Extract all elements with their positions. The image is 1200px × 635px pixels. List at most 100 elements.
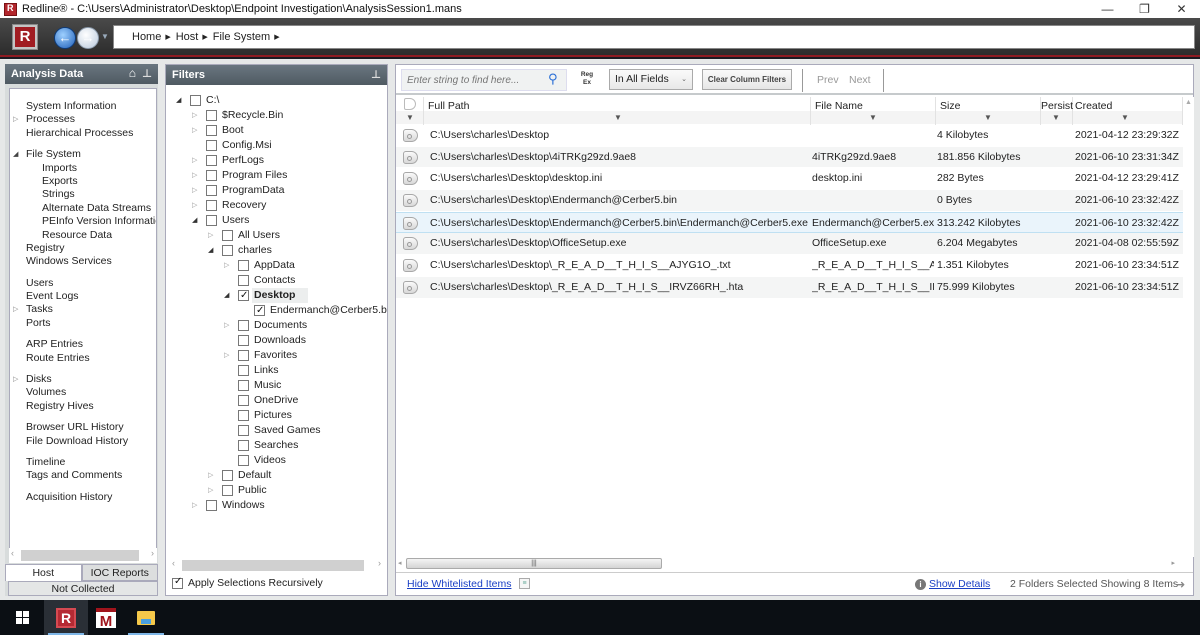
tag-icon[interactable] xyxy=(403,150,418,164)
nav-item[interactable]: Imports xyxy=(10,162,156,175)
tree-node[interactable]: Pictures xyxy=(166,408,387,423)
tree-checkbox[interactable] xyxy=(238,395,249,406)
nav-item[interactable]: Ports xyxy=(10,317,156,330)
tree-node[interactable]: ▷ Program Files xyxy=(166,168,387,183)
tree-checkbox[interactable] xyxy=(206,125,217,136)
tree-checkbox[interactable] xyxy=(206,500,217,511)
collapse-icon[interactable]: ◢ xyxy=(176,93,181,108)
breadcrumb-item[interactable]: Home xyxy=(132,31,161,43)
nav-item[interactable]: Hierarchical Processes xyxy=(10,127,156,140)
tree-checkbox[interactable] xyxy=(238,440,249,451)
nav-item[interactable]: System Information xyxy=(10,100,156,113)
nav-item[interactable]: ▷ Tasks xyxy=(10,303,156,316)
expand-icon[interactable]: ▷ xyxy=(192,183,197,198)
scroll-left-icon[interactable]: ‹ xyxy=(172,558,175,568)
breadcrumb-separator-icon[interactable]: ▶ xyxy=(165,33,170,41)
scrollbar-thumb[interactable]: ||| xyxy=(406,558,662,569)
nav-item[interactable]: Alternate Data Streams xyxy=(10,202,156,215)
tree-node[interactable]: Config.Msi xyxy=(166,138,387,153)
expand-icon[interactable]: ▷ xyxy=(208,468,213,483)
tree-checkbox[interactable] xyxy=(238,288,249,303)
nav-item[interactable]: PEInfo Version Information xyxy=(10,215,156,228)
nav-item[interactable]: Exports xyxy=(10,175,156,188)
tree-node[interactable]: ◢ Users xyxy=(166,213,387,228)
nav-item[interactable]: Timeline xyxy=(10,456,156,469)
tree-checkbox[interactable] xyxy=(206,140,217,151)
tree-checkbox[interactable] xyxy=(222,485,233,496)
table-row[interactable]: C:\Users\charles\Desktop\desktop.ini desk… xyxy=(396,168,1183,191)
expand-icon[interactable]: ▷ xyxy=(224,318,229,333)
nav-item[interactable]: Resource Data xyxy=(10,229,156,242)
tree-checkbox[interactable] xyxy=(206,170,217,181)
tree-node[interactable]: ▷ Public xyxy=(166,483,387,498)
nav-item[interactable]: ◢ File System xyxy=(10,148,156,161)
regex-toggle[interactable]: Reg Ex xyxy=(579,71,595,87)
table-row[interactable]: C:\Users\charles\Desktop\OfficeSetup.exe… xyxy=(396,233,1183,256)
breadcrumb-separator-icon[interactable]: ▶ xyxy=(202,33,207,41)
back-button[interactable]: ← xyxy=(54,27,76,49)
whitelist-icon[interactable]: ≡ xyxy=(519,578,530,589)
table-row[interactable]: C:\Users\charles\Desktop 4 Kilobytes 2021-… xyxy=(396,125,1183,147)
nav-item[interactable]: Route Entries xyxy=(10,352,156,365)
column-header-created[interactable]: Created ▼ xyxy=(1073,97,1183,125)
horizontal-scrollbar[interactable]: ◂ ||| ▸ xyxy=(396,557,1183,570)
scroll-right-icon[interactable]: › xyxy=(151,548,154,558)
tree-checkbox[interactable] xyxy=(222,230,233,241)
tree-checkbox[interactable] xyxy=(222,470,233,481)
collapse-icon[interactable]: ◢ xyxy=(13,148,18,161)
taskbar-mcafee[interactable]: M xyxy=(84,600,128,635)
table-row[interactable]: C:\Users\charles\Desktop\Endermanch@Cerb… xyxy=(396,211,1183,234)
nav-item[interactable]: Volumes xyxy=(10,386,156,399)
search-input[interactable] xyxy=(401,69,567,91)
tree-checkbox[interactable] xyxy=(190,95,201,106)
prev-button[interactable]: Prev xyxy=(817,74,839,86)
column-header-tag[interactable]: ▼ xyxy=(396,97,424,125)
forward-button[interactable]: → xyxy=(77,27,99,49)
home-icon[interactable]: ⌂ xyxy=(129,66,136,80)
scrollbar-thumb[interactable] xyxy=(21,550,139,561)
nav-item[interactable]: ARP Entries xyxy=(10,338,156,351)
tree-node[interactable]: OneDrive xyxy=(166,393,387,408)
expand-icon[interactable]: ▷ xyxy=(13,303,18,316)
nav-item[interactable]: Registry xyxy=(10,242,156,255)
nav-item[interactable]: ▷ Disks xyxy=(10,373,156,386)
table-row[interactable]: C:\Users\charles\Desktop\Endermanch@Cerb… xyxy=(396,190,1183,212)
tree-node[interactable]: ▷ Boot xyxy=(166,123,387,138)
tag-icon[interactable] xyxy=(403,280,418,294)
taskbar-file-explorer[interactable] xyxy=(124,600,168,635)
scroll-right-icon[interactable]: › xyxy=(378,558,381,568)
table-row[interactable]: C:\Users\charles\Desktop\4iTRKg29zd.9ae8… xyxy=(396,146,1183,169)
export-icon[interactable]: ➜ xyxy=(1176,578,1185,591)
tree-node[interactable]: ▷ Windows xyxy=(166,498,387,513)
nav-item[interactable]: ▷ Processes xyxy=(10,113,156,126)
column-header-persist[interactable]: Persist ▼ xyxy=(1041,97,1073,125)
tag-icon[interactable] xyxy=(403,259,418,273)
filter-icon[interactable]: ▼ xyxy=(1052,113,1060,122)
tree-checkbox[interactable] xyxy=(254,303,265,318)
tree-checkbox[interactable] xyxy=(206,185,217,196)
expand-icon[interactable]: ▷ xyxy=(192,198,197,213)
expand-icon[interactable]: ▷ xyxy=(208,228,213,243)
filter-icon[interactable]: ▼ xyxy=(614,113,622,122)
collapse-icon[interactable]: ◢ xyxy=(192,213,197,228)
tree-node[interactable]: Searches xyxy=(166,438,387,453)
tree-checkbox[interactable] xyxy=(238,455,249,466)
scroll-right-icon[interactable]: ▸ xyxy=(1171,559,1175,567)
tree-node[interactable]: Downloads xyxy=(166,333,387,348)
scroll-left-icon[interactable]: ◂ xyxy=(398,559,402,567)
tree-node[interactable]: Endermanch@Cerber5.bin xyxy=(166,303,387,318)
table-row[interactable]: C:\Users\charles\Desktop\_R_E_A_D__T_H_I… xyxy=(396,276,1183,299)
tree-checkbox[interactable] xyxy=(206,200,217,211)
tree-checkbox[interactable] xyxy=(238,425,249,436)
tree-node[interactable]: ▷ Recovery xyxy=(166,198,387,213)
tree-node[interactable]: Saved Games xyxy=(166,423,387,438)
hide-whitelisted-link[interactable]: Hide Whitelisted Items xyxy=(407,578,511,590)
tab-host[interactable]: Host xyxy=(5,564,82,581)
tree-node[interactable]: ◢ Desktop xyxy=(166,288,387,303)
tag-icon[interactable] xyxy=(403,237,418,251)
restore-button[interactable]: ❐ xyxy=(1126,0,1163,18)
taskbar-redline[interactable]: R xyxy=(44,600,88,635)
expand-icon[interactable]: ▷ xyxy=(192,498,197,513)
expand-icon[interactable]: ▷ xyxy=(192,123,197,138)
start-button[interactable] xyxy=(0,600,44,635)
